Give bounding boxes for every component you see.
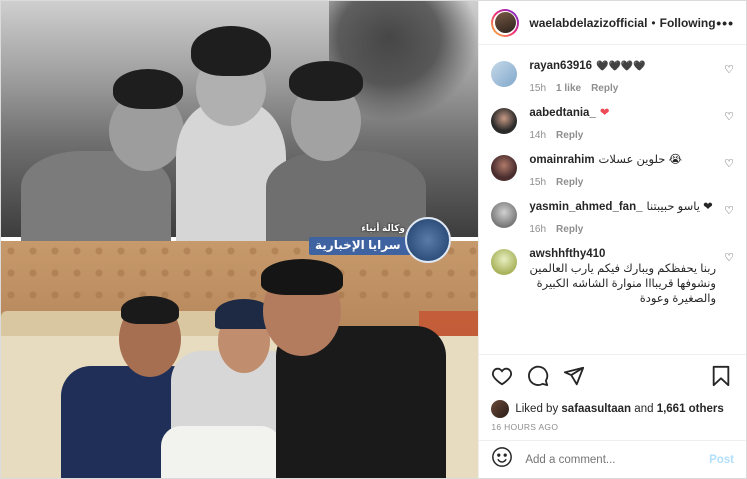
comment-text: ربنا يحفظكم ويبارك فيكم يارب العالمين ون… xyxy=(529,263,716,305)
comment-item: yasmin_ahmed_fan_ ياسو حبيبتنا ❤ 16h Reply… xyxy=(491,200,734,235)
commenter-username[interactable]: awshhfthy410 xyxy=(529,248,605,260)
more-options-icon[interactable]: ••• xyxy=(716,15,734,31)
commenter-username[interactable]: yasmin_ahmed_fan_ xyxy=(529,201,642,213)
comment-item: rayan63916 🖤🖤🖤🖤 15h 1 like Reply ♡ xyxy=(491,59,734,94)
post-actions-bar xyxy=(479,354,746,398)
watermark-top-text: وكالة أنباء xyxy=(361,223,405,233)
likes-and: and xyxy=(634,403,654,415)
news-watermark: وكالة أنباء سرايا الإخبارية xyxy=(305,217,475,263)
comment-likes[interactable]: 1 like xyxy=(556,83,581,94)
comment-item: aabedtania_ ❤ 14h Reply ♡ xyxy=(491,106,734,141)
likes-summary: Liked by safaasultaan and 1,661 others xyxy=(479,398,746,420)
post-time[interactable]: 16 HOURS AGO xyxy=(479,420,746,440)
comment-time[interactable]: 15h xyxy=(529,83,546,94)
comment-text: ❤ xyxy=(599,107,610,119)
bookmark-icon[interactable] xyxy=(710,365,734,389)
commenter-avatar[interactable] xyxy=(491,155,518,181)
instagram-post: وكالة أنباء سرايا الإخبارية waelabdelazi… xyxy=(0,0,747,479)
emoji-icon[interactable] xyxy=(491,446,515,473)
commenter-username[interactable]: rayan63916 xyxy=(529,60,592,72)
commenter-avatar[interactable] xyxy=(491,202,518,228)
comment-time[interactable]: 16h xyxy=(529,224,546,235)
share-icon[interactable] xyxy=(563,365,587,389)
following-button[interactable]: Following xyxy=(660,16,716,30)
author-avatar[interactable] xyxy=(491,8,520,37)
comment-item: awshhfthy410 ربنا يحفظكم ويبارك فيكم يارب… xyxy=(491,247,734,307)
watermark-main-text: سرايا الإخبارية xyxy=(315,238,401,252)
comment-icon[interactable] xyxy=(527,365,551,389)
news-logo-icon xyxy=(405,217,451,263)
heart-icon[interactable] xyxy=(491,365,515,389)
liker-username[interactable]: safaasultaan xyxy=(561,403,631,415)
reply-button[interactable]: Reply xyxy=(556,177,583,188)
comment-item: omainrahim حلوين عسلات 😭 15h Reply ♡ xyxy=(491,153,734,188)
comment-text: ياسو حبيبتنا ❤ xyxy=(646,201,713,213)
comment-like-icon[interactable]: ♡ xyxy=(724,204,734,217)
liker-avatar[interactable] xyxy=(491,400,510,418)
old-family-photo xyxy=(1,1,479,241)
comments-list: rayan63916 🖤🖤🖤🖤 15h 1 like Reply ♡ aabedtan… xyxy=(479,45,746,354)
add-comment-input[interactable] xyxy=(523,452,710,467)
commenter-avatar[interactable] xyxy=(491,249,518,275)
post-image[interactable]: وكالة أنباء سرايا الإخبارية xyxy=(1,1,479,478)
comment-time[interactable]: 14h xyxy=(529,130,546,141)
post-comment-button[interactable]: Post xyxy=(709,454,734,466)
comment-like-icon[interactable]: ♡ xyxy=(724,63,734,76)
likes-count[interactable]: 1,661 others xyxy=(657,403,724,415)
commenter-username[interactable]: aabedtania_ xyxy=(529,107,595,119)
author-username[interactable]: waelabdelazizofficial xyxy=(529,16,647,30)
comment-like-icon[interactable]: ♡ xyxy=(724,110,734,123)
comment-text: حلوين عسلات 😭 xyxy=(598,154,683,166)
commenter-avatar[interactable] xyxy=(491,108,518,134)
post-header: waelabdelazizofficial • Following ••• xyxy=(479,1,746,45)
post-side-panel: waelabdelazizofficial • Following ••• ra… xyxy=(478,1,746,478)
reply-button[interactable]: Reply xyxy=(556,130,583,141)
liked-by-prefix: Liked by xyxy=(515,403,559,415)
recent-family-photo xyxy=(1,241,479,478)
separator-dot: • xyxy=(651,15,656,30)
add-comment-bar: Post xyxy=(479,440,746,478)
commenter-username[interactable]: omainrahim xyxy=(529,154,594,166)
comment-like-icon[interactable]: ♡ xyxy=(724,251,734,264)
reply-button[interactable]: Reply xyxy=(556,224,583,235)
comment-time[interactable]: 15h xyxy=(529,177,546,188)
comment-like-icon[interactable]: ♡ xyxy=(724,157,734,170)
reply-button[interactable]: Reply xyxy=(591,83,618,94)
comment-text: 🖤🖤🖤🖤 xyxy=(596,61,646,72)
commenter-avatar[interactable] xyxy=(491,61,518,87)
